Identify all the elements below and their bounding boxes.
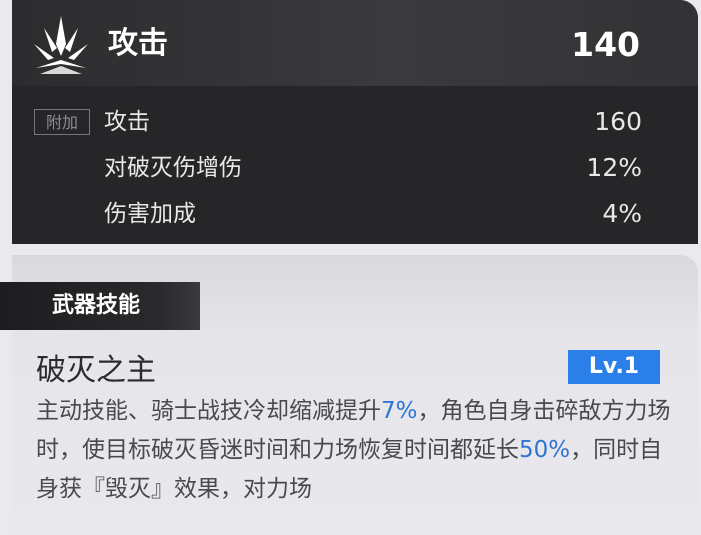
skill-level-badge: Lv.1 bbox=[568, 350, 660, 384]
skill-section-title: 武器技能 bbox=[0, 282, 200, 330]
sub-stat-label: 伤害加成 bbox=[104, 201, 196, 227]
sub-stat-value: 4% bbox=[602, 199, 642, 228]
weapon-skill-panel: 武器技能 破灭之主 Lv.1 主动技能、骑士战技冷却缩减提升7%，角色自身击碎敌… bbox=[0, 255, 698, 535]
main-stat-label: 攻击 bbox=[108, 26, 168, 61]
desc-highlight: 7% bbox=[381, 398, 418, 424]
sub-stat-value: 160 bbox=[594, 107, 642, 136]
skill-description: 主动技能、骑士战技冷却缩减提升7%，角色自身击碎敌方力场时，使目标破灭昏迷时间和… bbox=[36, 392, 676, 509]
desc-text: 主动技能、骑士战技冷却缩减提升 bbox=[36, 398, 381, 424]
skill-name: 破灭之主 bbox=[36, 353, 156, 388]
sub-stat-label: 对破灭伤增伤 bbox=[104, 155, 242, 181]
sub-stat-label: 攻击 bbox=[104, 109, 150, 135]
sub-stat-value: 12% bbox=[586, 153, 642, 182]
main-stat-value: 140 bbox=[571, 25, 640, 64]
weapon-stat-panel: 攻击 140 附加 攻击 160 对破灭伤增伤 12% 伤害加成 4% bbox=[12, 0, 698, 244]
sub-stat-row: 伤害加成 4% bbox=[12, 198, 698, 230]
sub-stat-row: 攻击 160 bbox=[12, 106, 698, 138]
desc-highlight: 50% bbox=[519, 437, 571, 463]
sub-stat-list: 附加 攻击 160 对破灭伤增伤 12% 伤害加成 4% bbox=[12, 86, 698, 244]
sub-stat-row: 对破灭伤增伤 12% bbox=[12, 152, 698, 184]
weapon-sigil-icon bbox=[34, 16, 88, 74]
